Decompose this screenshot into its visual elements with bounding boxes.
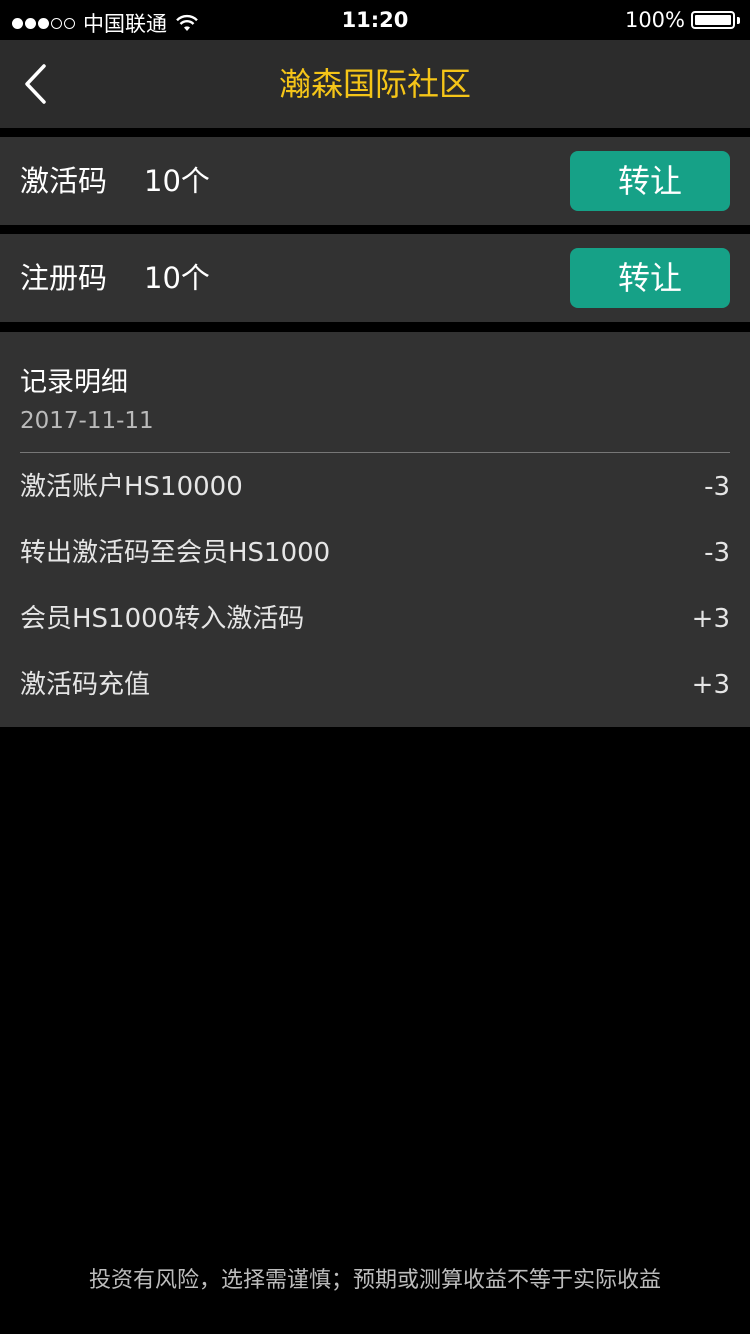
battery-tip — [737, 16, 740, 24]
activation-code-row: 激活码 10个 转让 — [0, 137, 750, 225]
record-amount: -3 — [704, 472, 730, 502]
record-amount: +3 — [691, 670, 730, 700]
record-description: 激活账户HS10000 — [20, 472, 243, 502]
risk-disclaimer: 投资有风险，选择需谨慎；预期或测算收益不等于实际收益 — [88, 1268, 661, 1293]
records-date: 2017-11-11 — [20, 408, 154, 434]
record-item: 会员HS1000转入激活码 +3 — [0, 586, 750, 652]
activation-code-count: 10个 — [144, 164, 210, 198]
registration-code-row: 注册码 10个 转让 — [0, 234, 750, 322]
record-description: 会员HS1000转入激活码 — [20, 604, 305, 634]
status-right: 100% — [625, 8, 740, 32]
record-description: 转出激活码至会员HS1000 — [20, 538, 331, 568]
activation-code-label: 激活码 — [20, 164, 108, 198]
record-item: 激活码充值 +3 — [0, 652, 750, 718]
divider — [20, 452, 730, 453]
record-amount: +3 — [691, 604, 730, 634]
records-title: 记录明细 — [20, 367, 128, 398]
transfer-registration-code-button[interactable]: 转让 — [570, 248, 730, 308]
status-bar: 中国联通 11:20 100% — [0, 0, 750, 40]
registration-code-count: 10个 — [144, 261, 210, 295]
battery-level — [695, 15, 731, 25]
registration-code-label: 注册码 — [20, 261, 108, 295]
nav-bar: 瀚森国际社区 — [0, 40, 750, 128]
record-item: 转出激活码至会员HS1000 -3 — [0, 520, 750, 586]
record-item: 激活账户HS10000 -3 — [0, 454, 750, 520]
record-description: 激活码充值 — [20, 670, 151, 700]
page-title: 瀚森国际社区 — [278, 65, 471, 103]
records-panel: 记录明细 2017-11-11 激活账户HS10000 -3 转出激活码至会员H… — [0, 332, 750, 727]
battery-percent: 100% — [624, 8, 685, 32]
battery-icon — [691, 11, 735, 29]
transfer-activation-code-button[interactable]: 转让 — [570, 151, 730, 211]
record-amount: -3 — [704, 538, 730, 568]
